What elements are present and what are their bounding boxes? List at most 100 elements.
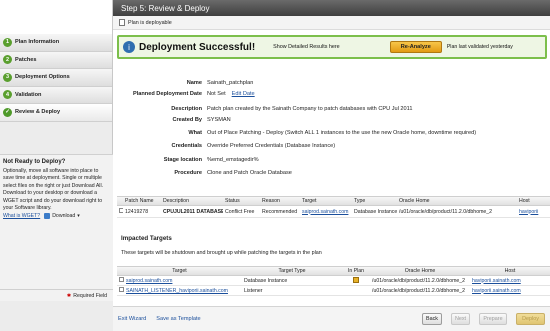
- next-button[interactable]: Next: [451, 313, 470, 325]
- detail-description-row: Description Patch plan created by the Sa…: [117, 106, 547, 115]
- back-button[interactable]: Back: [422, 313, 442, 325]
- detail-label: Created By: [172, 117, 202, 123]
- required-star-icon: ✱: [66, 292, 72, 299]
- type-cell: Database Instance: [354, 208, 397, 215]
- target-link[interactable]: SAINATH_LISTENER_haviporii.sainath.com: [126, 288, 228, 294]
- detail-value: SYSMAN: [207, 117, 231, 123]
- detail-label: Planned Deployment Date: [132, 91, 202, 97]
- column-header[interactable]: Target Type: [242, 268, 342, 274]
- banner-title: Deployment Successful!: [139, 41, 256, 53]
- detail-value: %emd_emstagedir%: [207, 157, 259, 163]
- detail-label: Procedure: [174, 170, 202, 176]
- sidebar-step-review-deploy[interactable]: ✓ Review & Deploy: [0, 104, 112, 122]
- chevron-down-icon[interactable]: ▾: [77, 213, 80, 219]
- prepare-button[interactable]: Prepare: [479, 313, 507, 325]
- help-title: Not Ready to Deploy?: [3, 159, 66, 165]
- wget-help-link[interactable]: What is WGET?: [3, 213, 40, 219]
- checkmark-icon: ✓: [3, 107, 12, 117]
- host-link[interactable]: haviporii: [517, 209, 550, 215]
- detail-name-row: Name Sainath_patchplan: [117, 80, 547, 89]
- wizard-footer: Exit Wizard Save as Template Back Next P…: [113, 306, 550, 331]
- validated-status: Plan last validated yesterday: [446, 44, 513, 50]
- detail-label: Name: [186, 80, 202, 86]
- database-icon: [119, 277, 124, 282]
- status-cell: Conflict Free: [225, 208, 255, 215]
- download-dropdown[interactable]: Download: [52, 213, 75, 219]
- oracle-home-cell: /u01/oracle/db/product/11.2.0/dbhome_2: [372, 287, 466, 294]
- step-number-badge: 4: [3, 90, 12, 100]
- column-header[interactable]: Type: [352, 198, 397, 204]
- detail-value: Sainath_patchplan: [207, 80, 254, 86]
- column-header[interactable]: In Plan: [342, 268, 370, 274]
- column-header[interactable]: Status: [223, 198, 260, 204]
- document-icon: [119, 19, 125, 26]
- target-type-cell: Database Instance: [244, 277, 288, 284]
- impacted-targets-title: Impacted Targets: [121, 235, 172, 242]
- step-label: Deployment Options: [15, 74, 70, 81]
- required-field-legend: ✱ Required Field: [0, 289, 113, 301]
- page-title: Step 5: Review & Deploy: [121, 3, 210, 13]
- reanalyze-button[interactable]: Re-Analyze: [389, 41, 442, 53]
- reason-cell: Recommended: [262, 208, 298, 215]
- exit-wizard-link[interactable]: Exit Wizard: [118, 316, 146, 322]
- patch-table: Patch Name Description Status Reason Tar…: [117, 196, 550, 218]
- column-header[interactable]: Description: [161, 198, 223, 204]
- detail-value: Clone and Patch Oracle Database: [207, 170, 292, 176]
- step-number-badge: 3: [3, 72, 12, 82]
- column-header[interactable]: Target: [117, 268, 242, 274]
- column-header[interactable]: Reason: [260, 198, 300, 204]
- edit-date-link[interactable]: Edit Date: [232, 91, 255, 100]
- deployable-status: Plan is deployable: [128, 19, 172, 26]
- help-link-row: What is WGET? Download ▾: [3, 213, 110, 220]
- column-header[interactable]: Oracle Home: [370, 268, 470, 274]
- detail-label: What: [188, 130, 202, 136]
- step-number-badge: 1: [3, 37, 12, 47]
- step-label: Plan Information: [15, 39, 60, 46]
- help-text: Optionally, move all software into place…: [3, 168, 104, 212]
- step-number-badge: 2: [3, 55, 12, 65]
- oracle-home-cell: /u01/oracle/db/product/11.2.0/dbhome_2: [372, 277, 466, 284]
- detail-stage-location-row: Stage location %emd_emstagedir%: [117, 157, 547, 166]
- sidebar-step-plan-information[interactable]: 1 Plan Information: [0, 34, 112, 52]
- oracle-home-cell: /u01/oracle/db/product/11.2.0/dbhome_2: [399, 208, 493, 215]
- description-cell: CPUJUL2011 DATABASE 11.2.0.1: [163, 208, 223, 215]
- detail-credentials-row: Credentials Override Preferred Credentia…: [117, 143, 547, 152]
- in-plan-icon: [353, 276, 359, 283]
- sidebar-step-patches[interactable]: 2 Patches: [0, 51, 112, 69]
- table-row[interactable]: saiprod.sainath.com Database Instance /u…: [117, 276, 550, 286]
- deploy-button[interactable]: Deploy: [516, 313, 545, 325]
- table-row[interactable]: SAINATH_LISTENER_haviporii.sainath.com L…: [117, 286, 550, 296]
- column-header[interactable]: Host: [470, 268, 550, 274]
- sidebar-top: [0, 0, 112, 34]
- table-header-row: Patch Name Description Status Reason Tar…: [117, 196, 550, 206]
- sidebar-step-deployment-options[interactable]: 3 Deployment Options: [0, 69, 112, 87]
- detail-value: Patch plan created by the Sainath Compan…: [207, 106, 413, 112]
- host-link[interactable]: haviporii.sainath.com: [470, 288, 550, 294]
- detail-value: Out of Place Patching - Deploy (Switch A…: [207, 130, 477, 136]
- step-label: Review & Deploy: [15, 109, 61, 116]
- column-header[interactable]: Target: [300, 198, 352, 204]
- target-cell: SAINATH_LISTENER_haviporii.sainath.com: [117, 287, 242, 294]
- patch-name-cell[interactable]: 12419278: [123, 209, 161, 215]
- plan-status-bar: Plan is deployable: [113, 16, 550, 30]
- show-details-link[interactable]: Show Detailed Results here: [273, 44, 340, 50]
- host-link[interactable]: haviporii.sainath.com: [470, 278, 550, 284]
- save-template-link[interactable]: Save as Template: [156, 316, 200, 322]
- detail-planned-date-row: Planned Deployment Date Not Set Edit Dat…: [117, 91, 547, 100]
- impacted-targets-table: Target Target Type In Plan Oracle Home H…: [117, 266, 550, 296]
- step-label: Patches: [15, 56, 37, 63]
- table-row[interactable]: 12419278 CPUJUL2011 DATABASE 11.2.0.1 Co…: [117, 206, 550, 218]
- target-link[interactable]: saiprod.sainath.com: [126, 278, 172, 284]
- help-panel: Not Ready to Deploy? Optionally, move al…: [0, 154, 113, 289]
- detail-value: Override Preferred Credentials (Database…: [207, 143, 336, 149]
- sidebar-step-validation[interactable]: 4 Validation: [0, 86, 112, 104]
- column-header[interactable]: Patch Name: [123, 198, 161, 204]
- column-header[interactable]: Host: [517, 198, 550, 204]
- target-link[interactable]: saiprod.sainath.com: [300, 209, 352, 215]
- detail-created-by-row: Created By SYSMAN: [117, 117, 547, 126]
- table-header-row: Target Target Type In Plan Oracle Home H…: [117, 266, 550, 276]
- impacted-targets-description: These targets will be shutdown and broug…: [121, 250, 322, 256]
- step-label: Validation: [15, 91, 42, 98]
- column-header[interactable]: Oracle Home: [397, 198, 517, 204]
- target-cell: saiprod.sainath.com: [117, 277, 242, 284]
